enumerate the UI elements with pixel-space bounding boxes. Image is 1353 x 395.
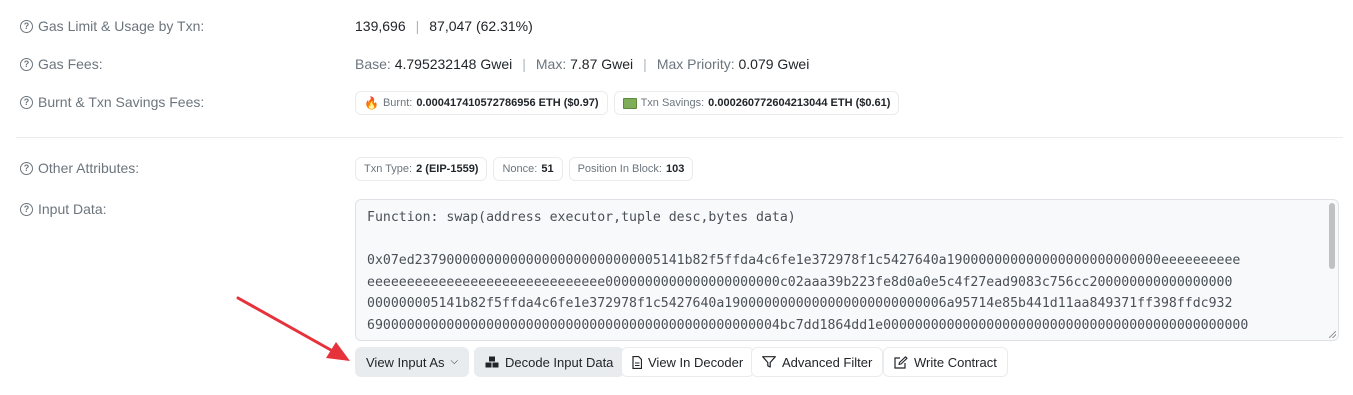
- section-divider: [16, 137, 1343, 138]
- nonce-key: Nonce:: [502, 163, 538, 175]
- gas-usage: 87,047 (62.31%): [429, 18, 533, 34]
- position-key: Position In Block:: [577, 163, 662, 175]
- other-label-wrap: ? Other Attributes:: [20, 160, 139, 176]
- gas-limit-label-wrap: ? Gas Limit & Usage by Txn:: [20, 18, 204, 34]
- resize-handle[interactable]: [1329, 331, 1336, 338]
- question-circle-icon[interactable]: ?: [20, 19, 33, 33]
- nonce-badge: Nonce: 51: [493, 157, 563, 181]
- burnt-badge: 🔥 Burnt: 0.000417410572786956 ETH ($0.97…: [355, 91, 608, 115]
- input-function-line: Function: swap(address executor,tuple de…: [367, 210, 796, 225]
- position-badge: Position In Block: 103: [568, 157, 694, 181]
- max-priority-key: Max Priority:: [656, 56, 735, 72]
- chevron-down-icon: ⌵: [450, 356, 459, 367]
- gas-limit-value: 139,696 | 87,047 (62.31%): [355, 18, 533, 34]
- input-hex-line: 6900000000000000000000000000000000000000…: [367, 317, 1249, 333]
- max-fee-key: Max:: [535, 56, 567, 72]
- txn-type-value: 2 (EIP-1559): [416, 163, 479, 175]
- question-circle-icon[interactable]: ?: [20, 202, 33, 216]
- max-fee-value: 7.87 Gwei: [570, 56, 634, 72]
- boxes-icon: [485, 356, 499, 367]
- burnt-savings-value: 🔥 Burnt: 0.000417410572786956 ETH ($0.97…: [355, 91, 905, 115]
- savings-badge: Txn Savings: 0.000260772604213044 ETH ($…: [613, 91, 900, 115]
- input-hex-line: 000000005141b82f5ffda4c6fe1e372978f1c542…: [367, 296, 1233, 311]
- red-arrow-annotation: [236, 296, 350, 361]
- burnt-value: 0.000417410572786956 ETH ($0.97): [416, 97, 599, 109]
- gas-fees-label-wrap: ? Gas Fees:: [20, 56, 103, 72]
- base-fee-key: Base:: [355, 56, 391, 72]
- txn-type-badge: Txn Type: 2 (EIP-1559): [355, 157, 488, 181]
- input-hex-line: 0000000000000000000000000000000000000000…: [367, 336, 1322, 340]
- max-priority-value: 0.079 Gwei: [738, 56, 810, 72]
- view-input-as-button[interactable]: View Input As ⌵: [355, 347, 470, 377]
- question-circle-icon[interactable]: ?: [20, 95, 33, 109]
- gas-limit: 139,696: [355, 18, 406, 34]
- question-circle-icon[interactable]: ?: [20, 57, 33, 71]
- other-attributes-label: Other Attributes:: [38, 160, 140, 176]
- fire-icon: 🔥: [364, 96, 379, 110]
- advanced-filter-button[interactable]: Advanced Filter: [751, 347, 884, 377]
- money-icon: [622, 97, 637, 109]
- view-in-decoder-label: View In Decoder: [648, 354, 744, 370]
- pen-square-icon: [894, 355, 908, 369]
- burnt-label: Burnt & Txn Savings Fees:: [38, 94, 205, 110]
- position-value: 103: [665, 163, 685, 175]
- view-in-decoder-button[interactable]: View In Decoder: [621, 347, 755, 377]
- input-data-textarea[interactable]: Function: swap(address executor,tuple de…: [355, 199, 1339, 341]
- nonce-value: 51: [541, 163, 554, 175]
- view-input-as-label: View Input As: [366, 354, 445, 370]
- separator: |: [415, 18, 420, 34]
- savings-key: Txn Savings:: [640, 97, 705, 109]
- write-contract-label: Write Contract: [914, 354, 997, 370]
- base-fee-value: 4.795232148 Gwei: [394, 56, 513, 72]
- filter-icon: [762, 356, 776, 368]
- input-hex-line: 0x07ed2379000000000000000000000000005141…: [367, 253, 1241, 268]
- input-hex-line: eeeeeeeeeeeeeeeeeeeeeeeeeeeeee0000000000…: [367, 274, 1233, 290]
- burnt-key: Burnt:: [382, 97, 413, 109]
- txn-type-key: Txn Type:: [364, 163, 413, 175]
- document-icon: [632, 355, 642, 369]
- other-attributes-value: Txn Type: 2 (EIP-1559) Nonce: 51 Positio…: [355, 157, 699, 181]
- gas-fees-label: Gas Fees:: [38, 56, 103, 72]
- separator: |: [522, 56, 526, 72]
- gas-fees-value: Base: 4.795232148 Gwei | Max: 7.87 Gwei …: [355, 56, 809, 72]
- input-data-content: Function: swap(address executor,tuple de…: [367, 207, 1322, 340]
- savings-value: 0.000260772604213044 ETH ($0.61): [708, 97, 891, 109]
- write-contract-button[interactable]: Write Contract: [883, 347, 1008, 377]
- textarea-scrollbar[interactable]: [1329, 203, 1335, 269]
- decode-input-label: Decode Input Data: [505, 354, 614, 370]
- input-label-wrap: ? Input Data:: [20, 201, 107, 217]
- question-circle-icon[interactable]: ?: [20, 161, 33, 175]
- input-data-label: Input Data:: [38, 201, 107, 217]
- input-blank-line: [367, 229, 1322, 251]
- separator: |: [643, 56, 647, 72]
- gas-limit-label: Gas Limit & Usage by Txn:: [38, 18, 205, 34]
- advanced-filter-label: Advanced Filter: [782, 354, 873, 370]
- burnt-label-wrap: ? Burnt & Txn Savings Fees:: [20, 94, 204, 110]
- decode-input-button[interactable]: Decode Input Data: [474, 347, 625, 377]
